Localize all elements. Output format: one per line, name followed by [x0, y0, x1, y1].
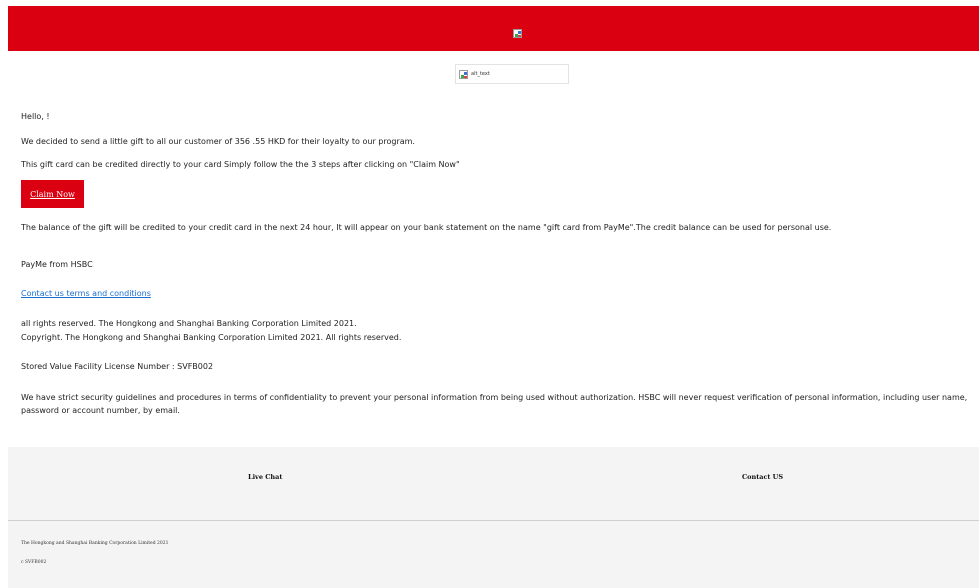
- contact-us-link[interactable]: Contact US: [742, 473, 783, 481]
- gift-message: We decided to send a little gift to all …: [21, 137, 415, 146]
- balance-note: The balance of the gift will be credited…: [21, 223, 832, 232]
- contact-terms-link[interactable]: Contact us terms and conditions: [21, 288, 151, 300]
- banner-image: alt_text: [455, 64, 569, 84]
- instructions: This gift card can be credited directly …: [21, 160, 460, 169]
- footer-divider: [8, 520, 979, 521]
- broken-image-icon: [513, 29, 522, 38]
- broken-image-icon: [459, 70, 468, 79]
- live-chat-link[interactable]: Live Chat: [248, 473, 282, 481]
- footer: [8, 447, 979, 588]
- image-alt-text: alt_text: [471, 71, 490, 77]
- license-text: Stored Value Facility License Number : S…: [21, 362, 214, 371]
- security-notice: We have strict security guidelines and p…: [21, 393, 968, 415]
- header-bar: [8, 6, 979, 51]
- rights-text: all rights reserved. The Hongkong and Sh…: [21, 319, 357, 328]
- signature: PayMe from HSBC: [21, 260, 93, 269]
- footer-license: c SVFB002: [21, 560, 47, 565]
- copyright-text: Copyright. The Hongkong and Shanghai Ban…: [21, 333, 402, 342]
- greeting: Hello, !: [21, 112, 50, 121]
- claim-now-button[interactable]: Claim Now: [21, 180, 84, 208]
- footer-company: The Hongkong and Shanghai Banking Corpor…: [21, 541, 169, 546]
